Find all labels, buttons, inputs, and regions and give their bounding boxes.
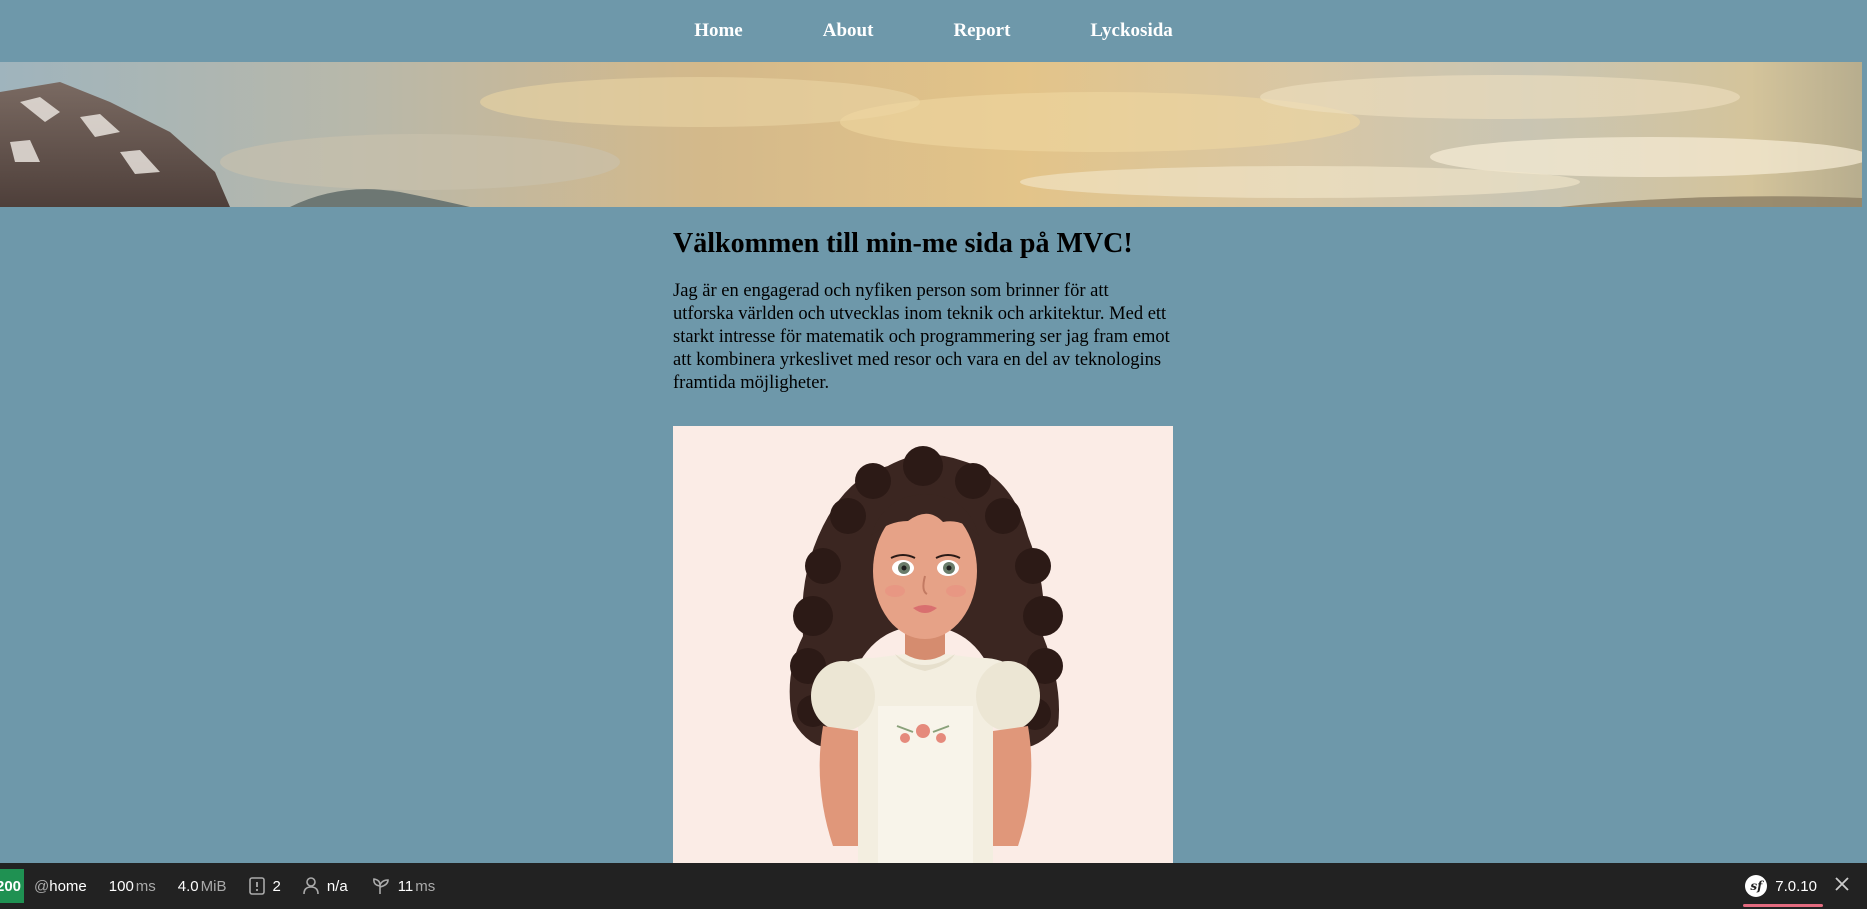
time-panel[interactable]: 100 ms [109,878,156,895]
nav-lyckosida[interactable]: Lyckosida [1090,20,1172,42]
twig-icon [370,877,390,895]
symfony-logo-icon: sf [1745,875,1768,897]
time-unit: ms [135,877,156,895]
status-code: 200 [0,877,22,895]
symfony-version: 7.0.10 [1775,877,1817,895]
sky-mountain-illustration [0,75,1862,207]
memory-unit: MiB [200,877,227,895]
route-name: home [49,877,87,895]
close-toolbar-button[interactable] [1827,863,1857,909]
user-icon [303,877,319,895]
page-title: Välkommen till min-me sida på MVC! [673,228,1133,259]
security-panel[interactable]: n/a [303,877,348,895]
twig-panel[interactable]: 11 ms [370,877,436,895]
memory-panel[interactable]: 4.0 MiB [178,878,227,895]
close-icon [1835,877,1849,895]
user-value: n/a [326,877,348,895]
logs-panel[interactable]: 2 [248,877,281,895]
nav-report[interactable]: Report [953,20,1010,42]
main-content: Välkommen till min-me sida på MVC! Jag ä… [673,228,1173,395]
twig-unit: ms [415,877,436,895]
logs-count: 2 [272,877,281,895]
nav-home[interactable]: Home [694,20,743,42]
route-prefix: @ [34,877,50,895]
memory-value: 4.0 [177,877,199,895]
twig-value: 11 [397,877,414,895]
status-code-badge[interactable]: 200 [0,869,24,903]
intro-paragraph: Jag är en engagerad och nyfiken person s… [673,281,1170,393]
nav-about[interactable]: About [823,20,874,42]
time-value: 100 [108,877,134,895]
profile-portrait-image [673,426,1173,863]
version-underline [1743,904,1823,907]
debug-toolbar: 200 @ home 100 ms 4.0 MiB 2 n/a 11 ms sf… [0,863,1867,909]
main-nav: Home About Report Lyckosida [0,0,1867,62]
route-panel[interactable]: @ home [34,878,87,895]
log-icon [248,877,265,895]
hero-banner-image [0,62,1862,207]
girl-illustration [789,446,1063,863]
symfony-version-panel[interactable]: sf 7.0.10 [1743,863,1823,909]
